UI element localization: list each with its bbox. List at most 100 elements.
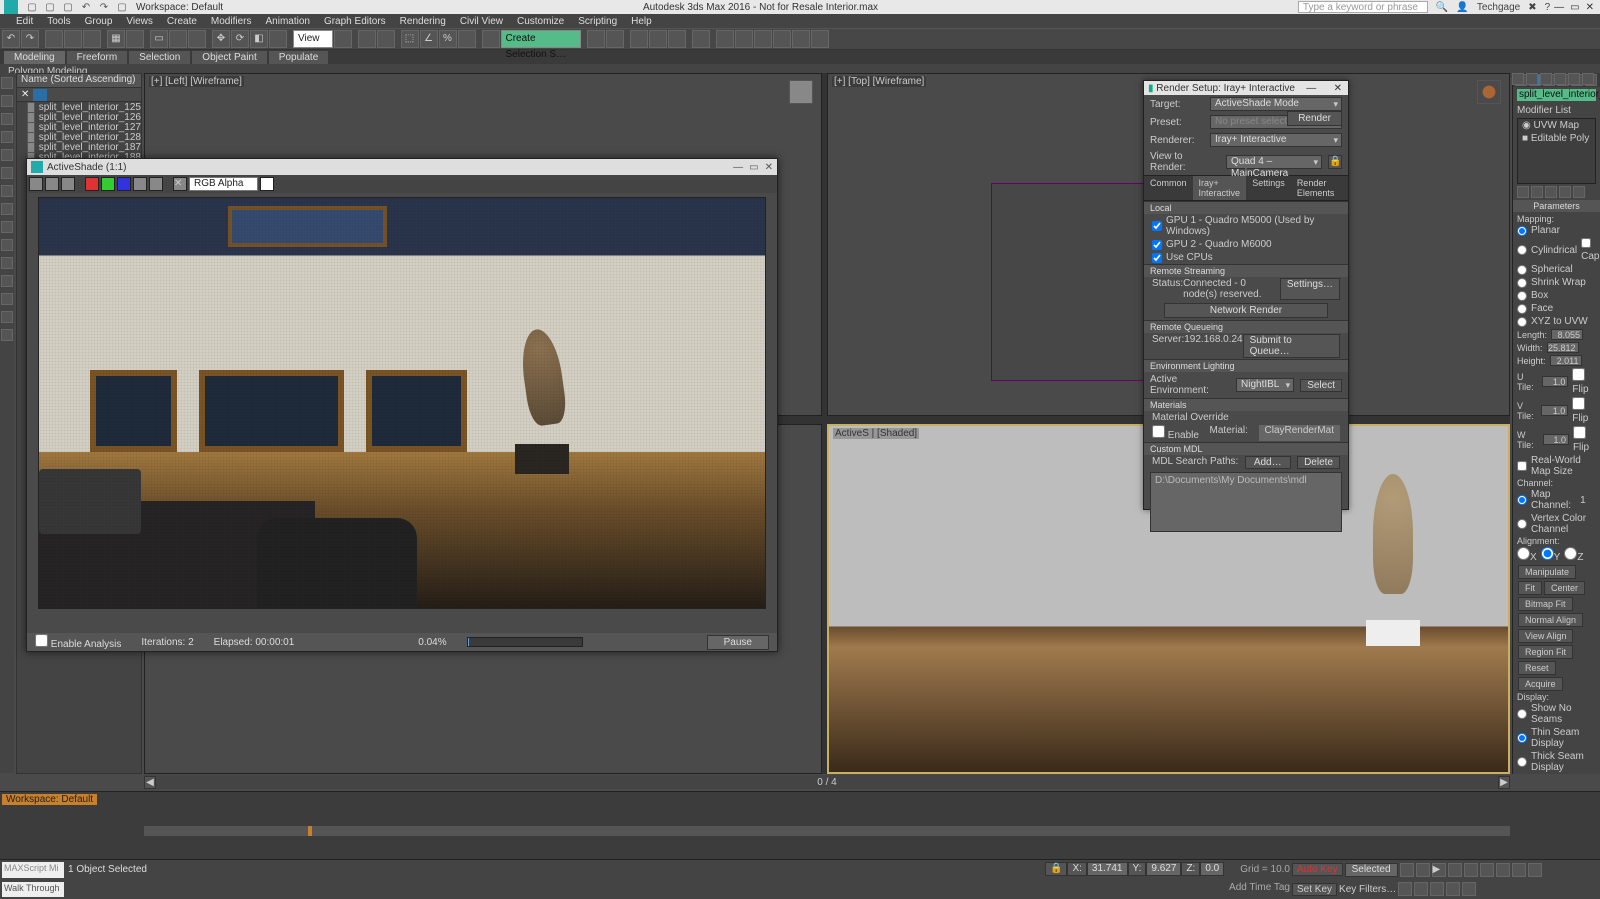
cp-viewalign-button[interactable]: View Align — [1518, 629, 1573, 643]
tb-select-icon[interactable]: ▭ — [150, 30, 168, 48]
autokey-button[interactable]: Auto Key — [1292, 863, 1343, 876]
rs-lock-icon[interactable]: 🔒 — [1328, 155, 1342, 169]
search-icon[interactable]: 🔍 — [1436, 2, 1448, 13]
se-tool-icon[interactable] — [1, 239, 13, 251]
qat-link-icon[interactable]: ▢ — [116, 2, 128, 13]
next-frame-icon[interactable] — [1448, 863, 1462, 877]
setkey-button[interactable]: Set Key — [1292, 883, 1337, 896]
cp-pin-icon[interactable] — [1517, 186, 1529, 198]
nav-dolly-icon[interactable] — [1446, 882, 1460, 896]
rs-tab-common[interactable]: Common — [1144, 176, 1193, 200]
tb-rfw-icon[interactable] — [735, 30, 753, 48]
cp-fit-button[interactable]: Fit — [1518, 581, 1542, 595]
activeshade-window[interactable]: ActiveShade (1:1) —▭✕ ✕ RGB Alpha Enable… — [26, 158, 778, 652]
as-render-view[interactable] — [38, 197, 766, 609]
as-green-channel[interactable] — [101, 177, 115, 191]
nav-fov-icon[interactable] — [1512, 863, 1526, 877]
se-tool-icon[interactable] — [1, 167, 13, 179]
rs-renderer-combo[interactable]: Iray+ Interactive — [1210, 133, 1342, 147]
rs-network-button[interactable]: Network Render — [1164, 303, 1327, 318]
menu-views[interactable]: Views — [126, 16, 153, 27]
main-toolbar[interactable]: ↶ ↷ ▦ ▭ ✥ ⟳ ◧ View ⬚ ∠ % Create Selectio… — [0, 28, 1600, 50]
as-channel-combo[interactable]: RGB Alpha — [189, 177, 258, 191]
transform-type-in[interactable]: 🔒 X:31.741 Y:9.627 Z:0.0 — [1045, 862, 1224, 876]
cp-config-icon[interactable] — [1573, 186, 1585, 198]
nav-zoom-icon[interactable] — [1480, 863, 1494, 877]
command-panel-topicons[interactable] — [1512, 73, 1598, 87]
cp-modifier-stack[interactable]: ◉ UVW Map ■ Editable Poly — [1517, 118, 1596, 184]
rs-settings-button[interactable]: Settings… — [1280, 278, 1340, 300]
qat-save-icon[interactable]: ▢ — [62, 2, 74, 13]
as-swatch[interactable] — [260, 177, 274, 191]
rs-section-local[interactable]: Local — [1144, 201, 1348, 214]
nav-orbit-icon[interactable] — [1430, 882, 1444, 896]
cp-utile[interactable]: U Tile:1.0Flip — [1517, 367, 1596, 396]
cp-mapchannel[interactable]: Map Channel:1 — [1517, 488, 1596, 512]
as-alpha-channel[interactable] — [133, 177, 147, 191]
refcoord-combo[interactable]: View — [293, 30, 333, 48]
quick-access[interactable]: ▢ ▢ ▢ ↶ ↷ ▢ — [22, 2, 128, 13]
viewcube-icon[interactable] — [789, 80, 813, 104]
vp-label-camera[interactable]: ActiveS | [Shaded] — [833, 428, 919, 439]
tb-mirror-icon[interactable] — [587, 30, 605, 48]
coord-x[interactable]: 31.741 — [1087, 862, 1128, 876]
ribbon-tabs[interactable]: Modeling Freeform Selection Object Paint… — [0, 50, 1600, 64]
cp-unique-icon[interactable] — [1545, 186, 1557, 198]
cp-length[interactable]: Length:8.055 — [1517, 328, 1596, 341]
cp-vertexcolor[interactable]: Vertex Color Channel — [1517, 512, 1596, 536]
ribbon-tab-selection[interactable]: Selection — [129, 51, 190, 64]
cp-disp-thin[interactable]: Thin Seam Display — [1517, 726, 1596, 750]
render-setup-dialog[interactable]: ▮ Render Setup: Iray+ Interactive — ✕ Ta… — [1143, 80, 1349, 510]
maximize-icon[interactable]: ▭ — [1570, 2, 1579, 13]
tb-schematic-icon[interactable] — [668, 30, 686, 48]
add-time-tag[interactable]: Add Time Tag — [1229, 882, 1290, 893]
tb-activeshade-icon[interactable] — [792, 30, 810, 48]
menu-help[interactable]: Help — [631, 16, 652, 27]
as-close-icon[interactable]: ✕ — [765, 162, 773, 173]
tb-selectname-icon[interactable] — [169, 30, 187, 48]
tb-render-icon[interactable] — [754, 30, 772, 48]
grid-setting[interactable]: Grid = 10.0 — [1240, 864, 1290, 875]
cp-radio-planar[interactable]: Planar — [1517, 224, 1596, 237]
menu-bar[interactable]: Edit Tools Group Views Create Modifiers … — [0, 14, 1600, 28]
rs-view-combo[interactable]: Quad 4 – MainCamera — [1226, 155, 1322, 169]
se-tool-icon[interactable] — [1, 329, 13, 341]
se-sort-icon[interactable] — [33, 89, 47, 101]
rs-cpu-check[interactable]: Use CPUs — [1144, 251, 1348, 264]
rs-gpu1-check[interactable]: GPU 1 - Quadro M5000 (Used by Windows) — [1144, 214, 1348, 238]
cp-disp-noseams[interactable]: Show No Seams — [1517, 702, 1596, 726]
vp-label-top[interactable]: [+] [Top] [Wireframe] — [832, 76, 926, 87]
rs-section-env[interactable]: Environment Lighting — [1144, 359, 1348, 372]
exchange-icon[interactable]: ✖ — [1528, 2, 1536, 13]
cp-align-axis[interactable]: X Y Z — [1517, 546, 1596, 564]
coord-x-icon[interactable]: 🔒 — [1045, 862, 1067, 876]
prev-frame-icon[interactable] — [1416, 863, 1430, 877]
coord-y[interactable]: 9.627 — [1146, 862, 1181, 876]
cp-mod-uvw[interactable]: ◉ UVW Map — [1518, 119, 1595, 132]
nav-maxtoggle-icon[interactable] — [1462, 882, 1476, 896]
tb-snap-icon[interactable]: ⬚ — [401, 30, 419, 48]
as-red-channel[interactable] — [85, 177, 99, 191]
se-tool-icon[interactable] — [1, 203, 13, 215]
rs-env-combo[interactable]: NightIBL — [1236, 378, 1294, 392]
menu-create[interactable]: Create — [167, 16, 197, 27]
cp-roll-parameters[interactable]: Parameters — [1513, 200, 1600, 212]
time-slider[interactable]: ◀ 0 / 4 ▶ — [144, 775, 1510, 789]
se-columns[interactable]: Name (Sorted Ascending) — [17, 74, 141, 88]
key-mode-combo[interactable]: Selected — [1345, 863, 1398, 877]
tb-kbd-icon[interactable] — [377, 30, 395, 48]
as-mono-channel[interactable] — [149, 177, 163, 191]
se-tool-icon[interactable] — [1, 311, 13, 323]
tb-spinsnap-icon[interactable] — [458, 30, 476, 48]
tb-unlink-icon[interactable] — [64, 30, 82, 48]
rs-mdl-delete-button[interactable]: Delete — [1297, 456, 1340, 469]
se-tool-icon[interactable] — [1, 131, 13, 143]
close-icon[interactable]: ✕ — [1586, 2, 1594, 13]
goto-end-icon[interactable] — [1464, 863, 1478, 877]
tb-scale-icon[interactable]: ◧ — [250, 30, 268, 48]
named-selset-combo[interactable]: Create Selection S… — [501, 30, 581, 48]
as-titlebar[interactable]: ActiveShade (1:1) —▭✕ — [27, 159, 777, 175]
as-min-icon[interactable]: — — [733, 162, 743, 173]
cp-show-icon[interactable] — [1531, 186, 1543, 198]
menu-grapheditors[interactable]: Graph Editors — [324, 16, 386, 27]
